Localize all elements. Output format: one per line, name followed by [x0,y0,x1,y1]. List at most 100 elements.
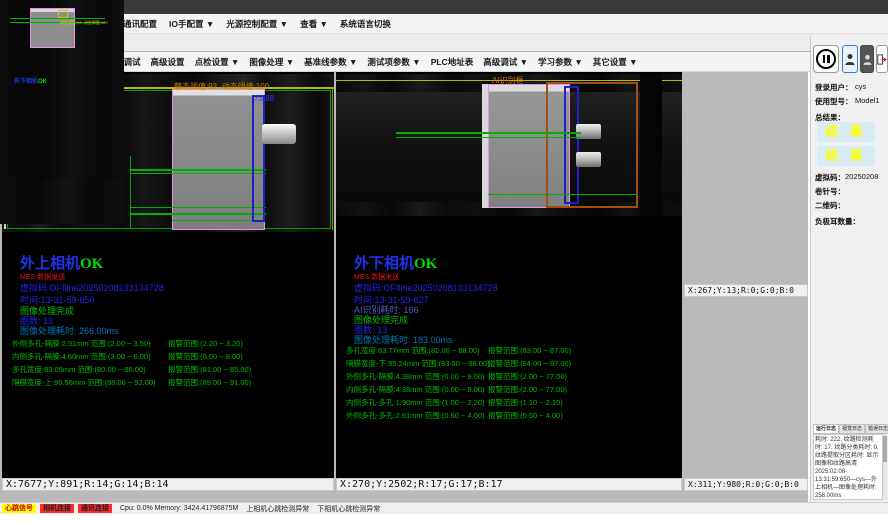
tool-image-process[interactable]: 图像处理 ▼ [249,56,294,68]
right-alarm-row-3: 报警范围:(2.00 ~ 77.00) [488,371,567,382]
right-tab-blob-2 [576,152,601,167]
menu-io-config[interactable]: IO手配置 ▼ [169,18,214,30]
right-blue-measure-rect [564,86,579,204]
right-measure-row-4: 内侧多孔-隔膜:4.38mm 范围:(0.00 ~ 9.00) [346,384,485,395]
left-green-line-2 [130,173,266,174]
result-box-top: 结 果 [817,122,875,142]
log-tab-vision[interactable]: 视觉日志 [839,424,865,434]
user-mode-button[interactable] [842,45,858,73]
qr-code-label: 二维码： [815,200,845,211]
preview-bottom-yellow-box [58,10,68,18]
menu-language-switch[interactable]: 系统语言切换 [340,18,391,30]
camera-connect-badge: 相机连接 [40,504,74,513]
tool-advanced-settings[interactable]: 高级设置 [151,56,185,68]
view-tab-row: 运行图像 [0,34,888,52]
log-tab-strip: 运行日志 视觉日志 错误日志 [813,424,887,434]
menu-light-config[interactable]: 光源控制配置 ▼ [226,18,288,30]
title-bar: CYS-视觉检测系统 [0,0,888,14]
tool-spot-check[interactable]: 点检设置 ▼ [195,56,240,68]
log-text-area[interactable]: 耗时: 222, 纹路检测耗时: 17, 纹路分类耗时: 0, 纹路提取分区耗时… [813,434,883,500]
pin-number-label: 卷针号： [815,186,845,197]
left-green-line-4 [130,213,266,215]
right-ai-box-label: AI识别框 [492,75,524,86]
tool-baseline-params[interactable]: 基准线参数 ▼ [304,56,357,68]
left-camera-name: 外上相机 [20,256,80,272]
user-icon [845,53,855,65]
result-box-bottom: 结 果 [817,146,875,166]
log-tab-error[interactable]: 错误日志 [865,424,888,434]
left-blue-value-text: 73.88 [254,94,274,103]
tool-test-params[interactable]: 测试项参数 ▼ [367,56,420,68]
left-measure-row-4: 隔膜宽度-上:90.56mm 范围:(88.00 ~ 92.00) [12,377,156,388]
tool-plc-table[interactable]: PLC地址表 [431,56,474,68]
upper-camera-warning: 上相机心跳检测异常 [246,504,309,514]
right-camera-title: 外下相机OK [354,252,437,273]
model-label: 使用型号： [815,96,853,107]
right-measure-row-1: 多孔宽度:83.77mm 范围:(82.00 ~ 88.00) [346,345,480,356]
right-ai-box-rect [546,82,638,208]
preview-bottom-gray-block [30,8,75,48]
right-measure-row-6: 外侧多孔-多孔:2.61mm 范围:(0.60 ~ 4.00) [346,410,485,421]
menu-comm-config[interactable]: 通讯配置 [123,18,157,30]
left-green-vline [130,156,131,229]
exit-door-icon [877,53,887,66]
log-scrollbar[interactable] [883,434,887,500]
control-panel: 登录用户： cys 使用型号： Model1 总结果： 结 果 结 果 虚拟码：… [810,36,888,502]
menu-view[interactable]: 查看 ▼ [300,18,328,30]
preview-bottom-camera-name: 外下相机 [14,79,38,85]
preview-bottom-image[interactable]: 静态阈值:93, 动态阈值:100 外下相机OK [0,0,124,178]
left-alarm-row-3: 报警范围:(81.00 ~ 85.00) [168,364,251,375]
right-alarm-row-4: 报警范围:(2.00 ~ 77.00) [488,384,567,395]
left-alarm-row-2: 报警范围:(0.00 ~ 8.00) [168,351,243,362]
neg-tab-count-label: 负极耳数量： [815,216,860,227]
tool-advanced-debug[interactable]: 高级调试 ▼ [483,56,528,68]
right-alarm-row-5: 报警范围:(1.10 ~ 2.10) [488,397,563,408]
right-green-line-1 [396,132,581,134]
preview-bottom-mini-threshold: 静态阈值:93, 动态阈值:100 [60,20,108,26]
vcode-value: 20250208 [845,172,878,181]
right-measure-row-2: 隔膜宽度-下:95.24mm 范围:(93.00 ~ 98.00) [346,358,490,369]
log-scrollbar-thumb[interactable] [883,436,887,462]
tool-learning-params[interactable]: 学习参数 ▼ [538,56,583,68]
right-green-line-3 [488,194,638,195]
left-measure-row-2: 内侧多孔-隔膜:4.60mm 范围:(3.00 ~ 6.00) [12,351,151,362]
left-measure-row-3: 多孔宽度:83.05mm 范围:(80.00 ~ 86.00) [12,364,146,375]
pause-icon [816,49,836,69]
left-alarm-row-1: 报警范围:(2.20 ~ 3.20) [168,338,243,349]
pause-button[interactable] [813,45,839,73]
right-green-line-2 [396,137,581,138]
right-camera-coords: X:270;Y:2502;R:17;G:17;B:17 [336,478,682,491]
right-camera-panel: AI识别框 外下相机OK MES:数据发送 虚拟码:OFfline2025020… [336,72,682,478]
right-measure-row-5: 内侧多孔-多孔:1.90mm 范围:(1.00 ~ 2.20) [346,397,485,408]
left-camera-coords: X:7677;Y:891;R:14;G:14;B:14 [2,478,334,491]
preview-bottom-mini-title: 外下相机OK [14,76,47,85]
preview-bottom-green-line-1 [10,18,105,19]
right-alarm-row-1: 报警范围:(83.00 ~ 87.00) [488,345,571,356]
right-camera-image[interactable]: AI识别框 [336,74,682,216]
tool-other-settings[interactable]: 其它设置 ▼ [593,56,638,68]
model-value: Model1 [855,96,880,105]
right-camera-name: 外下相机 [354,256,414,272]
vcode-label: 虚拟码： [815,172,845,183]
left-green-line-3 [130,207,266,208]
comm-connect-badge: 通讯连接 [78,504,112,513]
left-process-time: 图像处理耗时: 266.00ms [20,324,119,337]
left-threshold-text: 静态阈值:93, 动态阈值:100 [174,81,269,92]
heartbeat-badge: 心跳信号 [2,504,36,513]
left-alarm-row-4: 报警范围:(89.00 ~ 91.00) [168,377,251,388]
operator-mode-button[interactable] [860,45,874,73]
log-tab-run[interactable]: 运行日志 [813,424,839,434]
login-user-value: cys [855,82,866,91]
preview-bottom-coords: X:311;Y:980;R:0;G:0;B:0 [684,478,808,491]
app-window: CYS-视觉检测系统 系统配置 相机配置 通讯配置 IO手配置 ▼ 光源控制配置… [0,0,888,522]
right-camera-ok-status: OK [414,256,437,272]
status-bar: 心跳信号 相机连接 通讯连接 Cpu: 0.0% Memory: 3424.41… [0,502,888,514]
right-alarm-row-6: 报警范围:(0.60 ~ 4.00) [488,410,563,421]
left-green-line-1 [130,169,266,171]
menu-bar: 系统配置 相机配置 通讯配置 IO手配置 ▼ 光源控制配置 ▼ 查看 ▼ 系统语… [0,14,888,34]
lower-camera-warning: 下相机心跳检测异常 [317,504,380,514]
left-camera-ok-status: OK [80,256,103,272]
cpu-memory-text: Cpu: 0.0% Memory: 3424.41796875M [120,505,238,512]
exit-button[interactable] [876,45,888,73]
right-dark-pillar [640,74,662,216]
